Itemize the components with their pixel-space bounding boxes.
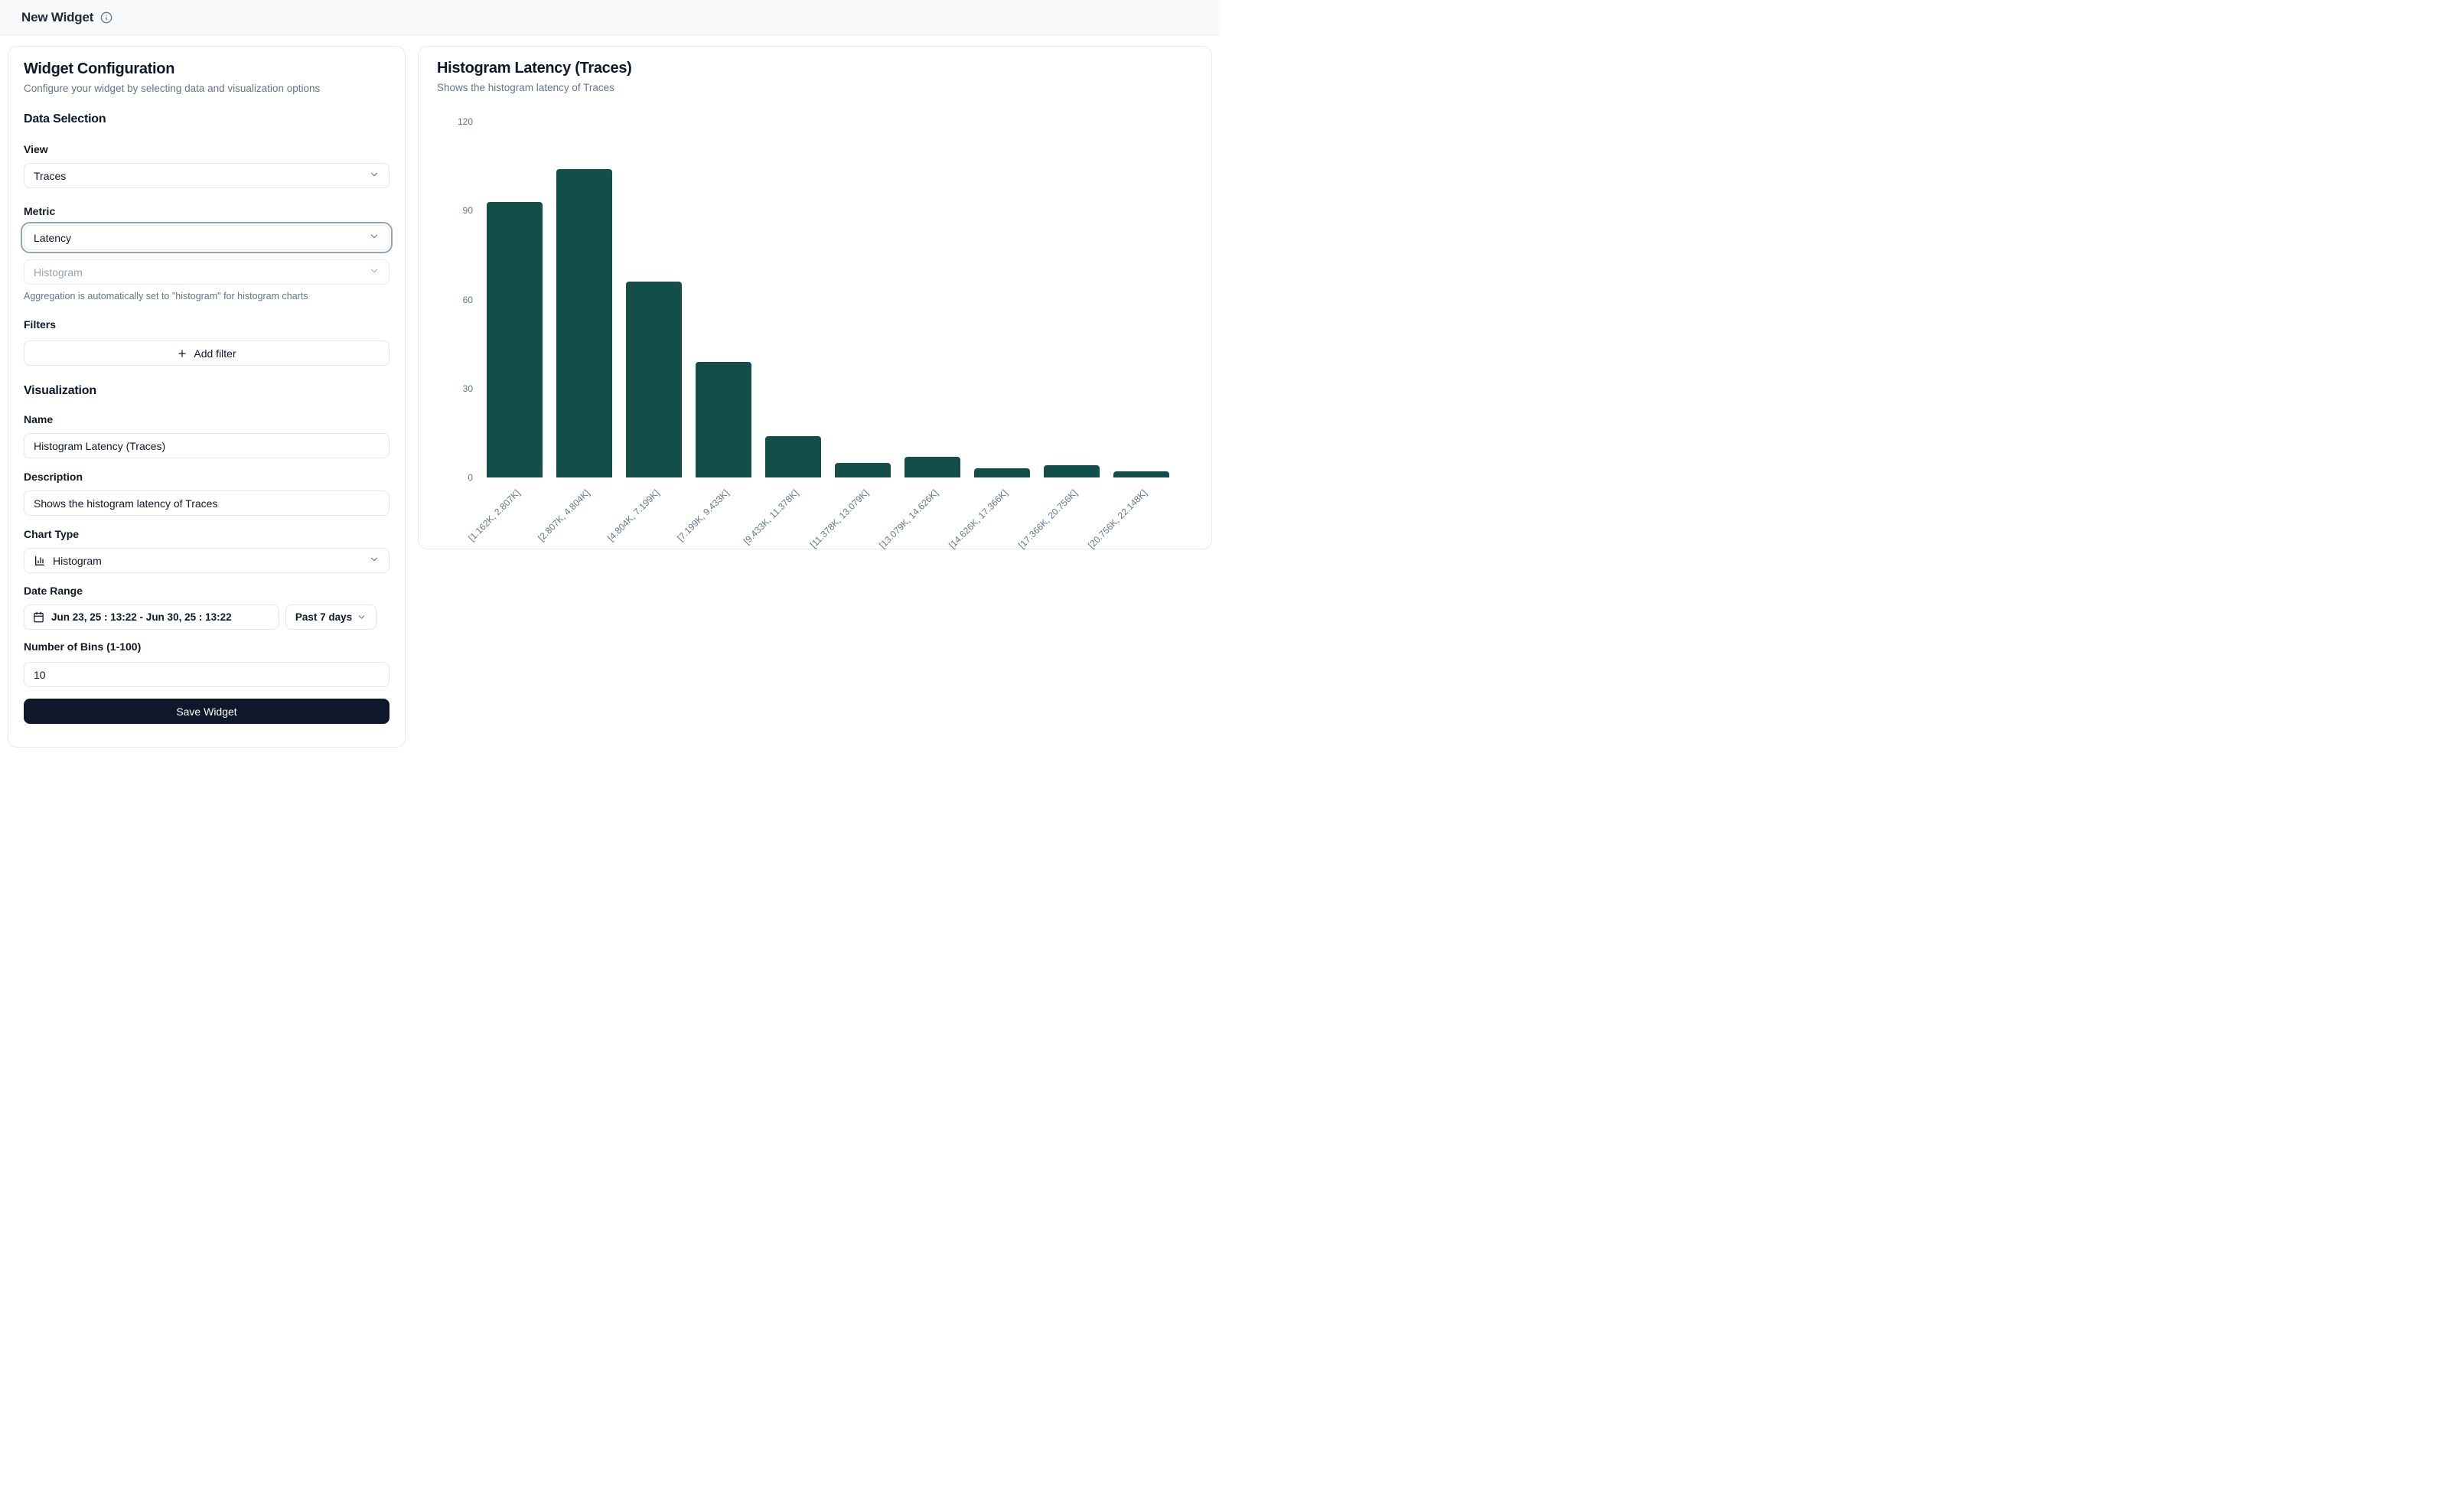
bins-label: Number of Bins (1-100)	[24, 640, 389, 653]
x-axis-label: [1.162K, 2.807K]	[466, 487, 522, 543]
visualization-heading: Visualization	[24, 384, 389, 398]
x-axis-label: [14.626K, 17.366K]	[947, 487, 1010, 551]
page-title: New Widget	[21, 10, 93, 25]
aggregation-select-value: Histogram	[34, 266, 83, 279]
bars-area	[487, 122, 1169, 477]
chart-type-label: Chart Type	[24, 528, 389, 540]
y-axis-tick: 0	[437, 472, 473, 483]
date-range-row: Jun 23, 25 : 13:22 - Jun 30, 25 : 13:22 …	[24, 604, 389, 630]
metric-label: Metric	[24, 205, 389, 217]
histogram-bar	[556, 169, 612, 477]
chevron-down-icon	[369, 554, 380, 567]
histogram-bar	[487, 202, 543, 477]
name-input[interactable]	[24, 433, 389, 458]
date-range-label: Date Range	[24, 585, 389, 597]
histogram-bar	[626, 282, 682, 477]
y-axis-tick: 30	[437, 383, 473, 394]
x-axis-label: [2.807K, 4.804K]	[536, 487, 592, 543]
chevron-down-icon	[369, 169, 380, 182]
config-title: Widget Configuration	[24, 60, 389, 78]
filters-label: Filters	[24, 318, 389, 331]
date-range-button[interactable]: Jun 23, 25 : 13:22 - Jun 30, 25 : 13:22	[24, 604, 279, 630]
view-label: View	[24, 143, 389, 155]
calendar-icon	[33, 611, 44, 623]
date-preset-value: Past 7 days	[295, 611, 352, 623]
x-axis-label: [11.378K, 13.079K]	[807, 487, 870, 550]
chevron-down-icon	[369, 266, 380, 279]
y-axis-tick: 120	[437, 116, 473, 127]
metric-select[interactable]: Latency	[24, 225, 389, 250]
aggregation-select: Histogram	[24, 259, 389, 285]
y-axis-tick: 90	[437, 205, 473, 216]
chart-type-select[interactable]: Histogram	[24, 548, 389, 573]
info-icon[interactable]	[100, 11, 112, 24]
description-label: Description	[24, 471, 389, 483]
new-widget-page: New Widget Widget Configuration Configur…	[0, 0, 1219, 756]
histogram-chart-icon	[34, 555, 46, 567]
save-widget-button[interactable]: Save Widget	[24, 699, 389, 724]
date-range-value: Jun 23, 25 : 13:22 - Jun 30, 25 : 13:22	[51, 611, 232, 623]
config-subtitle: Configure your widget by selecting data …	[24, 83, 389, 94]
view-select-value: Traces	[34, 170, 66, 182]
add-filter-button[interactable]: Add filter	[24, 341, 389, 366]
name-label: Name	[24, 413, 389, 425]
metric-select-value: Latency	[34, 232, 71, 244]
plus-icon	[177, 348, 187, 359]
widget-preview-panel: Histogram Latency (Traces) Shows the his…	[418, 46, 1212, 549]
histogram-bar	[974, 468, 1030, 477]
chart-type-select-value: Histogram	[53, 555, 102, 567]
add-filter-label: Add filter	[194, 347, 236, 360]
histogram-bar	[835, 463, 891, 477]
page-header: New Widget	[0, 0, 1219, 35]
description-input[interactable]	[24, 490, 389, 516]
histogram-bar	[765, 436, 821, 477]
data-selection-heading: Data Selection	[24, 112, 389, 126]
x-axis-label: [20.756K, 22.148K]	[1086, 487, 1149, 551]
histogram-chart: 0306090120 [1.162K, 2.807K][2.807K, 4.80…	[437, 122, 1195, 550]
chevron-down-icon	[369, 231, 380, 244]
x-axis-label: [9.433K, 11.378K]	[742, 487, 800, 546]
view-select[interactable]: Traces	[24, 163, 389, 188]
histogram-bar	[696, 362, 751, 477]
histogram-bar	[904, 457, 960, 477]
aggregation-helper-text: Aggregation is automatically set to "his…	[24, 291, 389, 301]
histogram-bar	[1044, 465, 1100, 477]
chevron-down-icon	[357, 612, 367, 622]
preview-subtitle: Shows the histogram latency of Traces	[437, 82, 1193, 93]
histogram-bar	[1113, 471, 1169, 477]
x-axis-label: [13.079K, 14.626K]	[877, 487, 940, 551]
widget-configuration-panel: Widget Configuration Configure your widg…	[8, 46, 406, 748]
x-axis-label: [4.804K, 7.199K]	[605, 487, 661, 543]
x-axis-label: [17.366K, 20.756K]	[1016, 487, 1080, 551]
preview-title: Histogram Latency (Traces)	[437, 60, 1193, 77]
bins-input[interactable]	[24, 662, 389, 687]
date-preset-button[interactable]: Past 7 days	[285, 604, 376, 630]
y-axis-tick: 60	[437, 295, 473, 305]
x-axis-label: [7.199K, 9.433K]	[675, 487, 731, 543]
